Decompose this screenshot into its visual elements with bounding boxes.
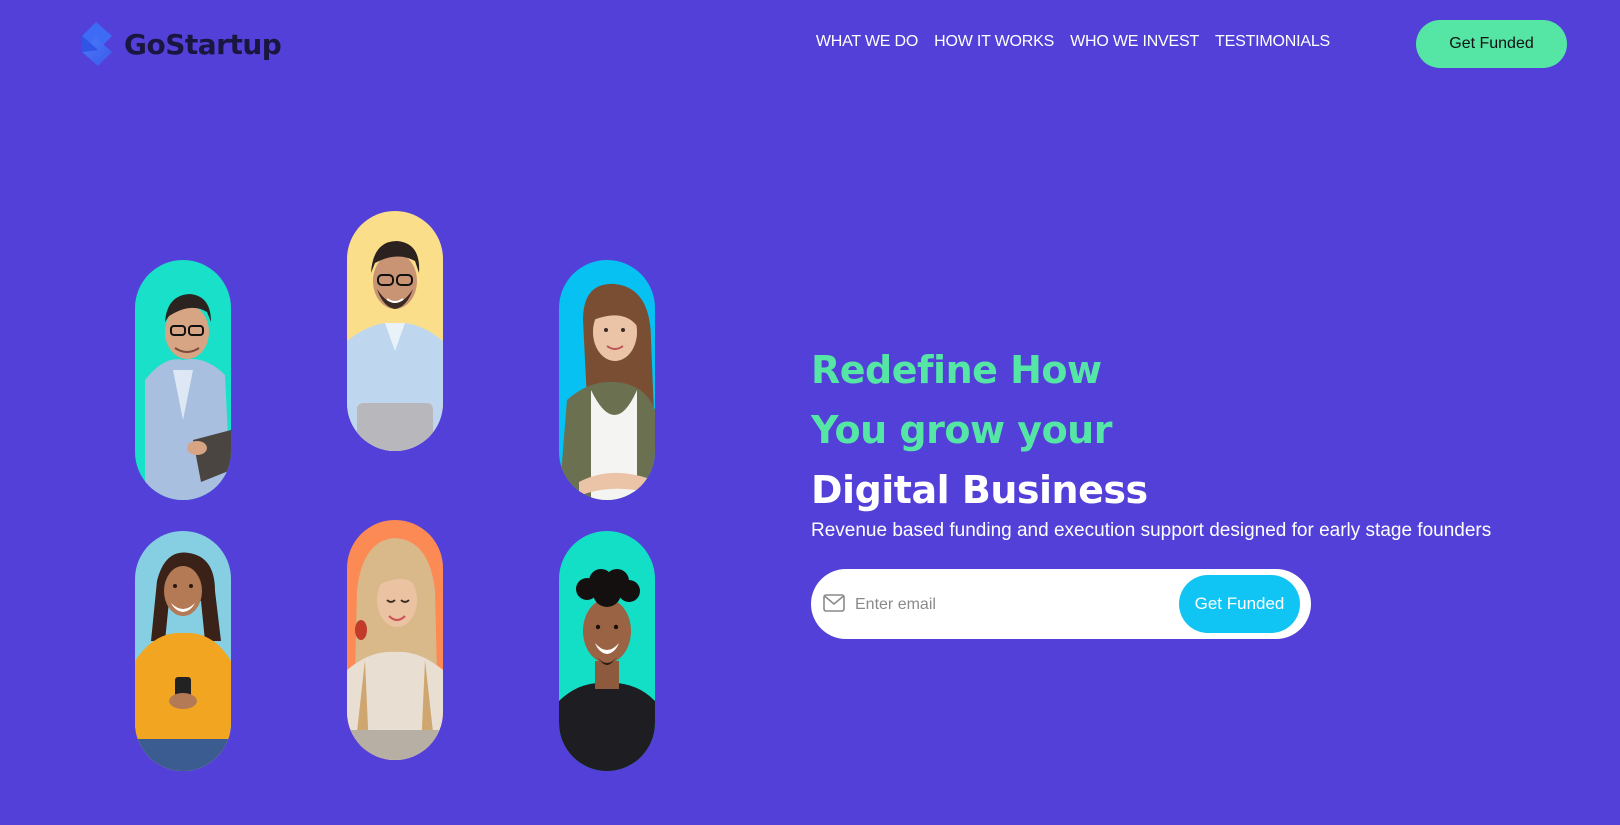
landing-page: GoStartup WHAT WE DO HOW IT WORKS WHO WE… — [0, 0, 1620, 825]
portrait-woman-yellow-sweater — [135, 531, 231, 771]
brand-logo[interactable]: GoStartup — [78, 20, 282, 68]
nav-item-who-we-invest[interactable]: WHO WE INVEST — [1070, 33, 1199, 51]
logo-mark-icon — [82, 22, 112, 66]
hero-heading-line-2: You grow your — [811, 408, 1112, 452]
brand-name: GoStartup — [124, 27, 282, 61]
hero-heading-line-3: Digital Business — [811, 468, 1148, 512]
nav-item-how-it-works[interactable]: HOW IT WORKS — [934, 33, 1054, 51]
email-input[interactable] — [853, 589, 1177, 621]
portrait-man-glasses-laptop — [347, 211, 443, 451]
mail-icon — [823, 594, 845, 612]
form-get-funded-button[interactable]: Get Funded — [1179, 575, 1300, 633]
hero-heading-block: Redefine How You grow your Digital Busin… — [811, 340, 1148, 520]
portrait-woman-blonde-sweater — [347, 520, 443, 760]
nav-item-what-we-do[interactable]: WHAT WE DO — [816, 33, 918, 51]
header-get-funded-button[interactable]: Get Funded — [1416, 20, 1567, 68]
hero-heading: Redefine How You grow your Digital Busin… — [811, 340, 1148, 520]
main-nav: WHAT WE DO HOW IT WORKS WHO WE INVEST TE… — [816, 33, 1330, 51]
email-signup-form: Get Funded — [811, 569, 1311, 639]
portrait-woman-olive-jacket — [559, 260, 655, 500]
hero-heading-line-1: Redefine How — [811, 348, 1102, 392]
hero-subtitle: Revenue based funding and execution supp… — [811, 520, 1492, 541]
portrait-man-glasses-tablet — [135, 260, 231, 500]
nav-item-testimonials[interactable]: TESTIMONIALS — [1215, 33, 1330, 51]
portrait-man-curly-hair — [559, 531, 655, 771]
